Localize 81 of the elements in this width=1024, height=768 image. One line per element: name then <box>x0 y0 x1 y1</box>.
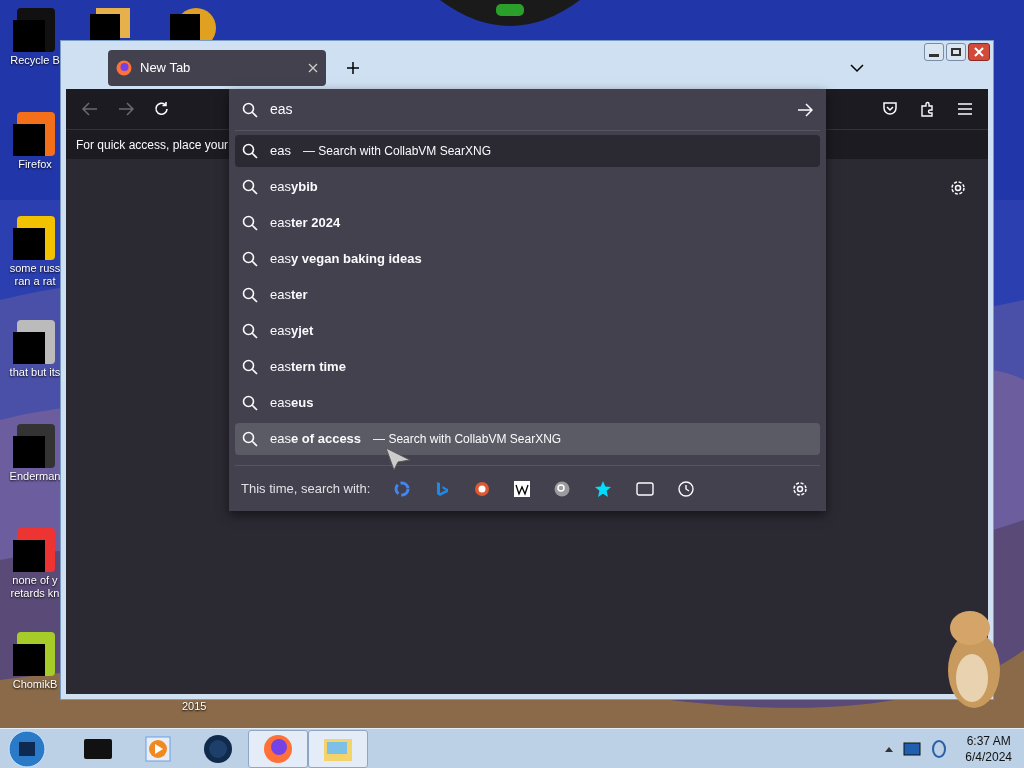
close-button[interactable] <box>968 43 990 61</box>
menu-icon[interactable] <box>958 103 972 115</box>
puzzle-icon[interactable] <box>920 101 936 117</box>
search-engine-icon[interactable] <box>554 480 571 497</box>
desktop-icon[interactable] <box>13 214 57 262</box>
caret-up-icon[interactable] <box>885 745 894 752</box>
forward-arrow-icon[interactable] <box>118 102 134 116</box>
tab-title: New Tab <box>140 58 192 77</box>
desktop-icon-label: none of y <box>12 574 58 587</box>
search-icon <box>242 179 258 195</box>
globe-icon <box>203 733 233 764</box>
desktop-icon-label: ChomikB <box>12 678 58 691</box>
suggestion-text: ease of access <box>270 430 362 449</box>
suggestion-item[interactable]: easy vegan baking ideas <box>235 243 820 275</box>
suggestion-text: eas <box>270 142 291 161</box>
suggestion-action: — Search with CollabVM SearXNG <box>302 143 492 160</box>
desktop-icon-label: 2015 <box>182 699 207 714</box>
bing-icon[interactable] <box>434 480 451 497</box>
tab-icon[interactable] <box>636 481 655 496</box>
suggestion-text: easeus <box>270 394 314 413</box>
wiki-icon[interactable] <box>514 480 531 497</box>
maximize-button[interactable] <box>946 43 966 61</box>
suggestion-action: — Search with CollabVM SearXNG <box>373 431 562 448</box>
firefox-icon <box>116 59 132 76</box>
suggestion-text: easyjet <box>270 322 314 341</box>
chevron-down-icon[interactable] <box>850 62 864 73</box>
search-icon <box>242 431 258 447</box>
browser-tab[interactable]: New Tab <box>108 49 326 86</box>
firefox-icon <box>263 733 293 764</box>
suggestion-item[interactable]: eas — Search with CollabVM SearXNG <box>235 135 820 167</box>
clock-icon[interactable] <box>678 480 695 497</box>
minimize-button[interactable] <box>924 43 944 61</box>
go-arrow-icon[interactable] <box>797 102 813 117</box>
desktop-icon-label: Recycle B <box>10 54 60 67</box>
play-icon <box>145 735 171 762</box>
network-icon[interactable] <box>931 739 948 758</box>
bookmarks-hint: For quick access, place your <box>76 136 229 154</box>
address-text: eas <box>270 100 294 119</box>
search-icon <box>242 395 258 411</box>
desktop-icon[interactable] <box>13 110 57 158</box>
clock-time: 6:37 AM <box>966 732 1011 749</box>
settings-icon[interactable] <box>792 480 808 497</box>
suggestion-text: easybib <box>270 178 318 197</box>
close-icon[interactable] <box>308 62 318 73</box>
suggestion-item[interactable]: easyjet <box>235 315 820 347</box>
plus-icon[interactable] <box>346 60 360 75</box>
desktop-icon-label: that but its <box>9 366 61 379</box>
settings-icon[interactable] <box>950 180 966 196</box>
suggestion-item[interactable]: easter 2024 <box>235 207 820 239</box>
suggestion-text: eastern time <box>270 358 346 377</box>
back-arrow-icon[interactable] <box>82 102 98 116</box>
pocket-icon[interactable] <box>882 101 898 117</box>
suggestion-item[interactable]: easybib <box>235 171 820 203</box>
desktop-icon[interactable] <box>13 630 57 678</box>
monitor-icon[interactable] <box>903 741 922 756</box>
search-icon <box>242 287 258 303</box>
search-icon <box>242 143 258 159</box>
star-icon[interactable] <box>594 479 613 498</box>
clock-date: 6/4/2024 <box>965 748 1012 765</box>
desktop-icon-label: some russ <box>9 262 61 275</box>
desktop-icon-label: Firefox <box>18 158 52 171</box>
search-icon <box>242 101 258 118</box>
suggestion-text: easter 2024 <box>270 214 341 233</box>
search-with-label: This time, search with: <box>241 479 371 498</box>
suggestion-item[interactable]: easeus <box>235 387 820 419</box>
desktop-icon-label: ran a rat <box>14 275 56 288</box>
search-icon <box>242 323 258 339</box>
desktop-icon[interactable] <box>13 318 57 366</box>
suggestion-item[interactable]: ease of access — Search with CollabVM SearXNG <box>235 423 820 455</box>
reload-icon[interactable] <box>154 101 170 117</box>
suggestion-item[interactable]: easter <box>235 279 820 311</box>
close-icon <box>974 47 984 57</box>
search-icon <box>242 215 258 231</box>
desktop-icon-label: Enderman <box>9 470 61 483</box>
search-icon <box>242 359 258 375</box>
suggestion-text: easy vegan baking ideas <box>270 250 422 269</box>
desktop-icon-label: retards kn <box>10 587 60 600</box>
search-icon <box>242 251 258 267</box>
suggestion-item[interactable]: eastern time <box>235 351 820 383</box>
start-button[interactable] <box>8 729 46 768</box>
suggestion-text: easter <box>270 286 308 305</box>
